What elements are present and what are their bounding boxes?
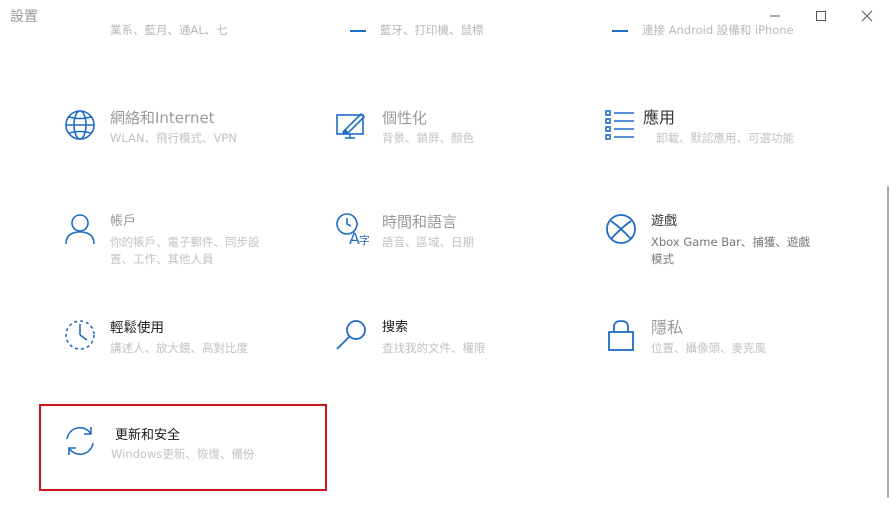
- tile-desc: 背景、鎖屏、顏色: [382, 131, 474, 145]
- partial-tile-desc: 連接 Android 設備和 iPhone: [642, 23, 794, 37]
- tile-desc: 語音、區域、日期: [382, 235, 474, 249]
- tile-name: 隱私: [651, 318, 684, 337]
- tile-accounts[interactable]: 帳戶 你的帳戶、電子郵件、同步設置、工作、其他人員: [63, 212, 283, 272]
- partial-tile-phone[interactable]: 連接 Android 設備和 iPhone: [612, 22, 852, 40]
- tile-apps[interactable]: 應用 卸載、默認應用、可選功能: [604, 108, 844, 168]
- svg-text:字: 字: [359, 233, 369, 246]
- tile-name: 遊戲: [651, 214, 678, 229]
- lock-icon: [604, 318, 638, 352]
- tile-desc: WLAN、飛行模式、VPN: [110, 131, 237, 145]
- tile-name: 應用: [643, 108, 676, 127]
- time-language-icon: A 字: [335, 212, 369, 246]
- xbox-icon: [604, 212, 638, 246]
- person-icon: [63, 212, 97, 246]
- phone-icon-fragment: [612, 29, 628, 32]
- maximize-icon: [816, 11, 826, 21]
- tile-name: 帳戶: [110, 214, 137, 229]
- tile-desc: Xbox Game Bar、捕獲、遊戲模式: [651, 235, 810, 266]
- tile-time-language[interactable]: A 字 時間和語言 語音、區域、日期: [335, 212, 555, 272]
- apps-list-icon: [604, 108, 638, 142]
- personalization-icon: [335, 108, 369, 142]
- tile-desc: 你的帳戶、電子郵件、同步設置、工作、其他人員: [110, 235, 260, 266]
- partial-tile-desc: 藍牙、打印機、鼠標: [380, 23, 484, 37]
- minimize-icon: [770, 15, 780, 17]
- partial-tile-devices[interactable]: 藍牙、打印機、鼠標: [350, 22, 550, 40]
- scrollbar[interactable]: [887, 186, 889, 498]
- tile-ease-of-access[interactable]: 輕鬆使用 講述人、放大鏡、高對比度: [63, 318, 283, 378]
- tile-desc: 卸載、默認應用、可選功能: [656, 131, 794, 145]
- close-icon: [861, 10, 873, 22]
- tile-name: 個性化: [382, 109, 428, 127]
- ease-of-access-icon: [63, 318, 97, 352]
- search-icon: [335, 318, 369, 352]
- tile-desc: 講述人、放大鏡、高對比度: [110, 341, 248, 355]
- globe-icon: [63, 108, 97, 142]
- tile-desc: 位置、攝像頭、麥克風: [651, 341, 766, 355]
- tile-name: 搜索: [382, 320, 409, 335]
- window-title: 設置: [10, 9, 38, 25]
- tile-network[interactable]: 網絡和Internet WLAN、飛行模式、VPN: [63, 108, 283, 168]
- tile-gaming[interactable]: 遊戲 Xbox Game Bar、捕獲、遊戲模式: [604, 212, 844, 272]
- devices-icon-fragment: [350, 29, 366, 32]
- tile-personalization[interactable]: 個性化 背景、鎖屏、顏色: [335, 108, 555, 168]
- tile-name: 輕鬆使用: [110, 320, 164, 336]
- tile-name: 網絡和Internet: [110, 109, 215, 127]
- partial-tile-text: 業系、藍月、通AL、七: [110, 22, 280, 40]
- highlight-box: [39, 404, 327, 491]
- partial-tile-desc: 業系、藍月、通AL、七: [110, 23, 228, 37]
- tile-search[interactable]: 搜索 查找我的文件、權限: [335, 318, 555, 378]
- tile-name: 時間和語言: [382, 213, 458, 231]
- tile-desc: 查找我的文件、權限: [382, 341, 486, 355]
- tile-privacy[interactable]: 隱私 位置、攝像頭、麥克風: [604, 318, 844, 378]
